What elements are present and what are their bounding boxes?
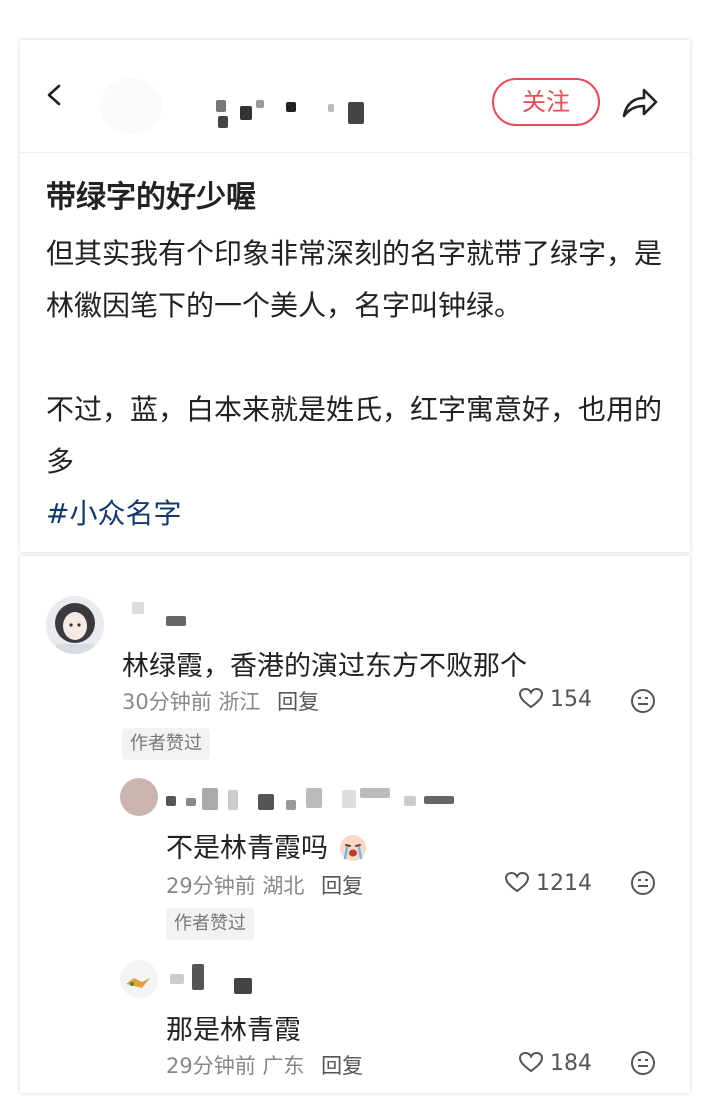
post-paragraph: 但其实我有个印象非常深刻的名字就带了绿字，是林徽因笔下的一个美人，名字叫钟绿。 bbox=[46, 237, 663, 322]
crying-baby-emoji-icon bbox=[339, 835, 366, 861]
heart-icon bbox=[518, 1051, 544, 1073]
username-blurred[interactable] bbox=[166, 788, 466, 816]
comment-meta: 29分钟前 湖北 回复 bbox=[166, 870, 363, 900]
post-card: 关注 带绿字的好少喔 但其实我有个印象非常深刻的名字就带了绿字，是林徽因笔下的一… bbox=[20, 40, 690, 552]
avatar[interactable] bbox=[120, 778, 158, 816]
heart-icon bbox=[518, 687, 544, 709]
emoji-reaction-icon[interactable] bbox=[630, 688, 656, 714]
username-blurred[interactable] bbox=[132, 602, 144, 614]
comment-meta: 30分钟前 浙江 回复 bbox=[122, 686, 319, 716]
author-blurred[interactable] bbox=[100, 78, 390, 134]
hashtag-link[interactable]: #小众名字 bbox=[46, 488, 671, 540]
like-count: 184 bbox=[550, 1051, 592, 1076]
comment-text-content: 不是林青霞吗 bbox=[166, 833, 328, 864]
emoji-reaction-icon[interactable] bbox=[630, 1050, 656, 1076]
follow-button[interactable]: 关注 bbox=[492, 78, 600, 126]
chevron-left-icon[interactable] bbox=[44, 84, 66, 106]
share-arrow-icon[interactable] bbox=[620, 84, 660, 120]
post-title: 带绿字的好少喔 bbox=[46, 180, 256, 215]
comment-location: 广东 bbox=[262, 1054, 305, 1078]
like-button[interactable]: 184 bbox=[518, 1050, 592, 1076]
reply-button[interactable]: 回复 bbox=[277, 690, 319, 714]
post-body: 但其实我有个印象非常深刻的名字就带了绿字，是林徽因笔下的一个美人，名字叫钟绿。 … bbox=[46, 228, 671, 540]
comments-card: 林绿霞，香港的演过东方不败那个 30分钟前 浙江 回复 154 作者赞过 不是林… bbox=[20, 556, 690, 1093]
emoji-reaction-icon[interactable] bbox=[630, 870, 656, 896]
author-liked-badge: 作者赞过 bbox=[166, 908, 254, 940]
comment-location: 浙江 bbox=[218, 690, 261, 714]
username-blurred[interactable] bbox=[170, 964, 290, 996]
avatar[interactable] bbox=[120, 960, 158, 998]
comment-location: 湖北 bbox=[262, 874, 305, 898]
comment-text: 林绿霞，香港的演过东方不败那个 bbox=[122, 651, 527, 682]
author-liked-badge: 作者赞过 bbox=[122, 728, 210, 760]
comment-time: 29分钟前 bbox=[166, 1054, 256, 1078]
post-header: 关注 bbox=[20, 40, 690, 153]
comment-time: 30分钟前 bbox=[122, 690, 212, 714]
comment-text: 那是林青霞 bbox=[166, 1015, 301, 1046]
comment-text: 不是林青霞吗 bbox=[166, 826, 369, 865]
like-count: 154 bbox=[550, 687, 592, 712]
comment-time: 29分钟前 bbox=[166, 874, 256, 898]
reply-button[interactable]: 回复 bbox=[321, 874, 363, 898]
comment-meta: 29分钟前 广东 回复 bbox=[166, 1050, 363, 1080]
post-paragraph: 不过，蓝，白本来就是姓氏，红字寓意好，也用的多 bbox=[46, 393, 663, 478]
like-count: 1214 bbox=[536, 871, 592, 896]
username-blurred[interactable] bbox=[166, 616, 186, 626]
reply-button[interactable]: 回复 bbox=[321, 1054, 363, 1078]
like-button[interactable]: 1214 bbox=[504, 870, 592, 896]
heart-icon bbox=[504, 871, 530, 893]
avatar[interactable] bbox=[46, 596, 104, 654]
like-button[interactable]: 154 bbox=[518, 686, 592, 712]
